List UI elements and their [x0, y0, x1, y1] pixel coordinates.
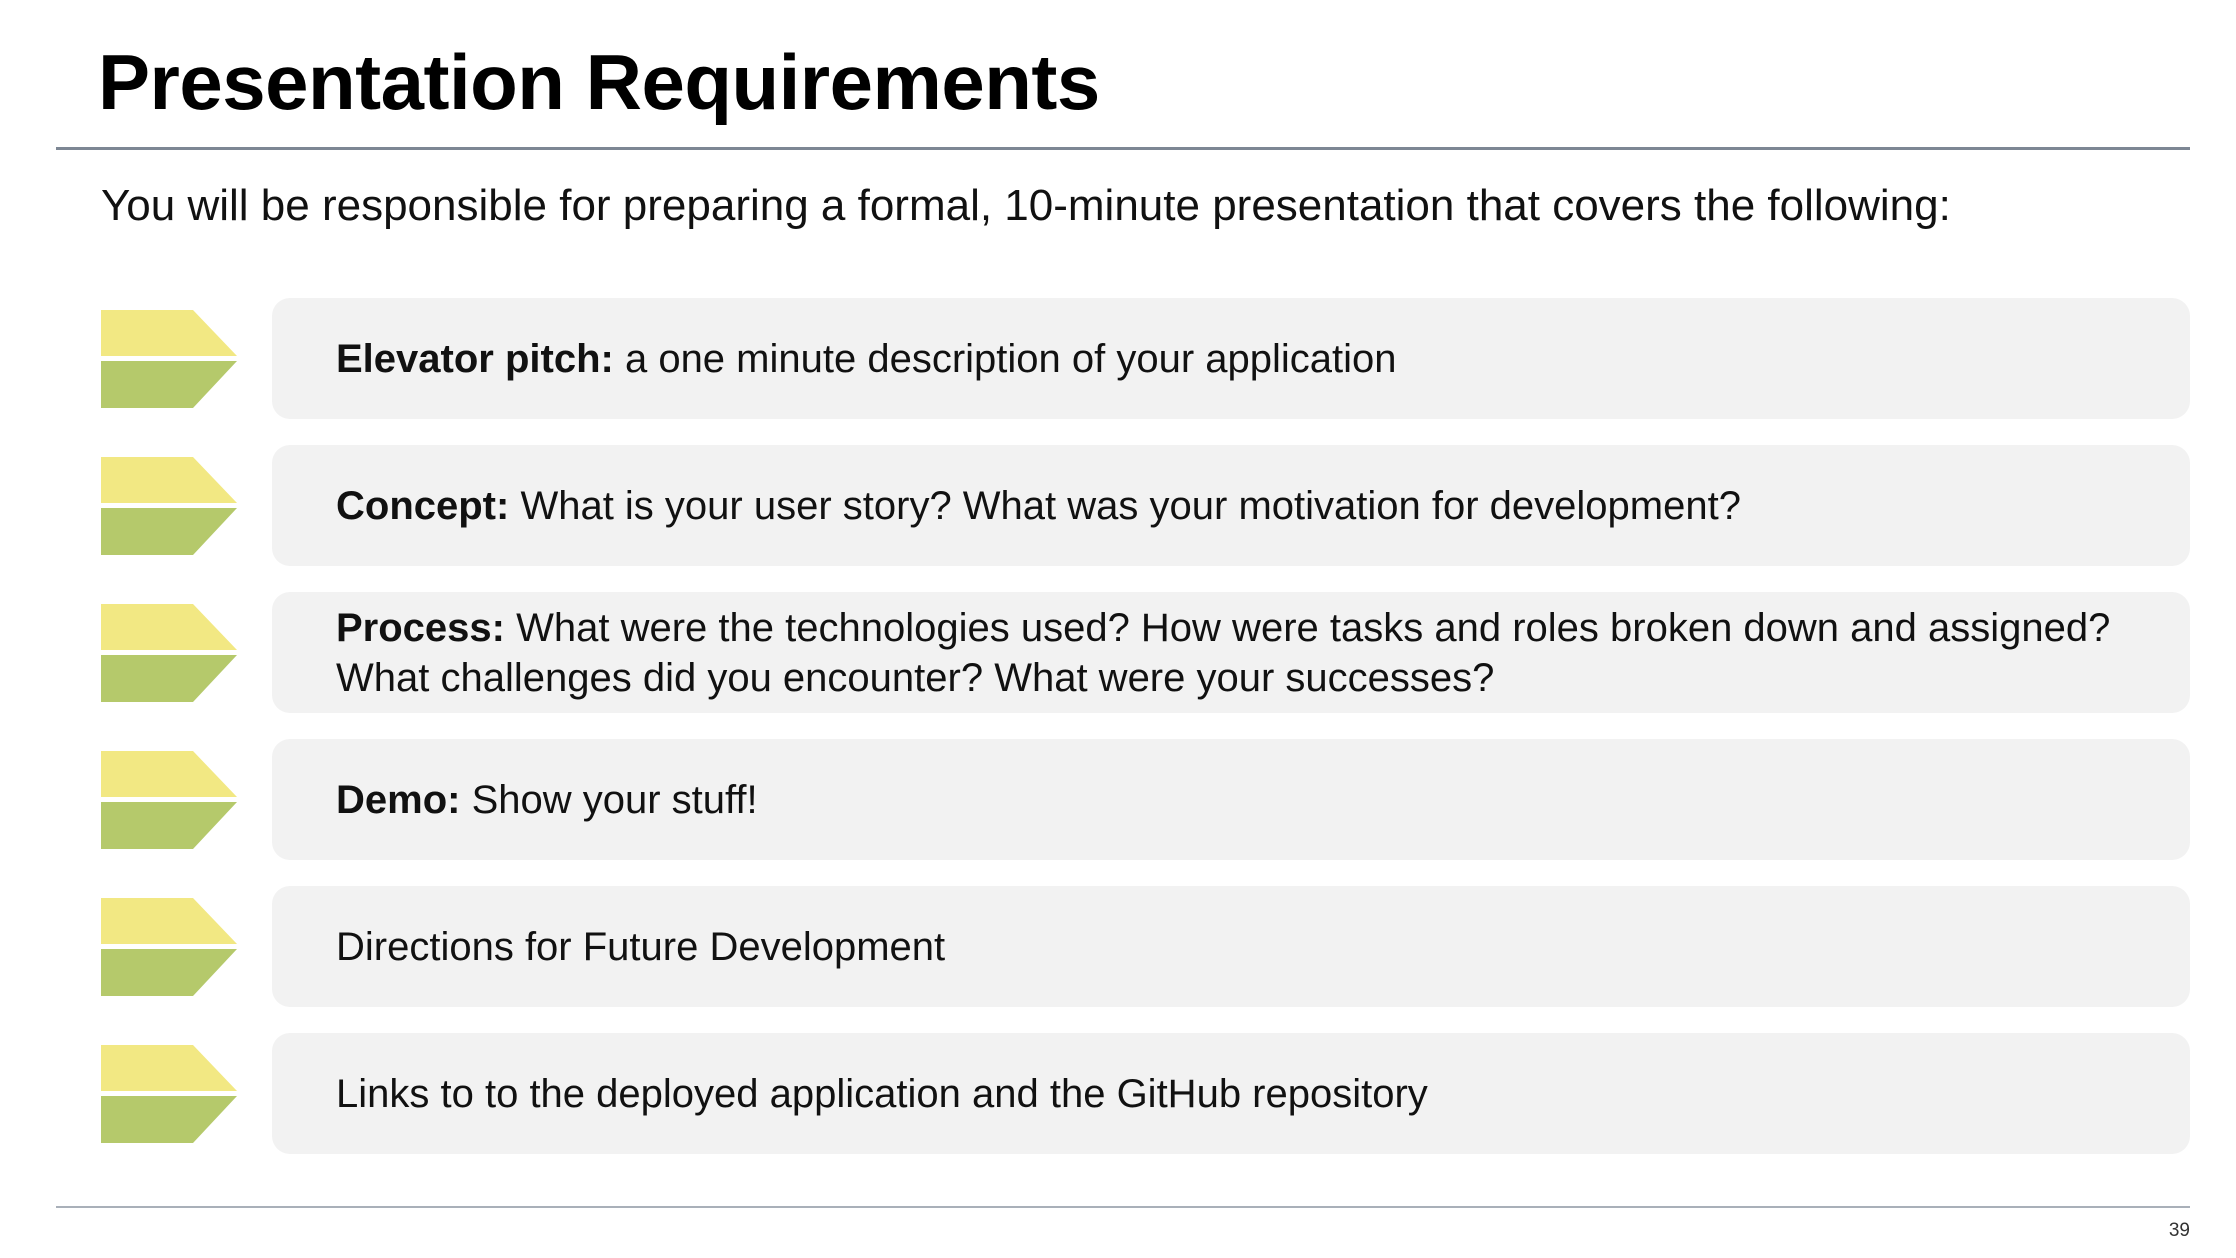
requirement-text: Links to to the deployed application and…	[336, 1069, 1428, 1119]
requirement-text: Elevator pitch: a one minute description…	[336, 334, 1397, 384]
requirement-card: Directions for Future Development	[272, 886, 2190, 1007]
requirement-card: Elevator pitch: a one minute description…	[272, 298, 2190, 419]
footer-divider	[56, 1206, 2190, 1208]
requirement-text: Process: What were the technologies used…	[336, 603, 2150, 703]
requirement-description: Show your stuff!	[460, 777, 758, 822]
list-item: Links to to the deployed application and…	[0, 1033, 2236, 1154]
requirement-lead: Demo:	[336, 777, 461, 822]
list-item: Process: What were the technologies used…	[0, 592, 2236, 713]
intro-text: You will be responsible for preparing a …	[101, 181, 1951, 230]
chevron-bullet-icon	[101, 1045, 237, 1143]
requirement-lead: Elevator pitch:	[336, 336, 614, 381]
requirement-description: What were the technologies used? How wer…	[336, 605, 2111, 700]
requirement-card: Links to to the deployed application and…	[272, 1033, 2190, 1154]
chevron-bullet-icon	[101, 457, 237, 555]
requirement-lead: Concept:	[336, 483, 510, 528]
requirement-lead: Process:	[336, 605, 505, 650]
requirement-description: Links to to the deployed application and…	[336, 1071, 1428, 1116]
chevron-bullet-icon	[101, 604, 237, 702]
list-item: Directions for Future Development	[0, 886, 2236, 1007]
requirement-description: What is your user story? What was your m…	[509, 483, 1741, 528]
list-item: Demo: Show your stuff!	[0, 739, 2236, 860]
requirement-text: Directions for Future Development	[336, 922, 945, 972]
requirement-card: Concept: What is your user story? What w…	[272, 445, 2190, 566]
list-item: Elevator pitch: a one minute description…	[0, 298, 2236, 419]
page-number: 39	[2168, 1220, 2190, 1241]
chevron-bullet-icon	[101, 310, 237, 408]
title-divider	[56, 147, 2190, 150]
chevron-bullet-icon	[101, 751, 237, 849]
slide: Presentation Requirements You will be re…	[0, 0, 2236, 1258]
requirement-description: Directions for Future Development	[336, 924, 946, 969]
requirement-description: a one minute description of your applica…	[613, 336, 1397, 381]
requirement-text: Demo: Show your stuff!	[336, 775, 758, 825]
slide-title: Presentation Requirements	[98, 38, 1100, 126]
chevron-bullet-icon	[101, 898, 237, 996]
requirement-text: Concept: What is your user story? What w…	[336, 481, 1741, 531]
requirement-card: Process: What were the technologies used…	[272, 592, 2190, 713]
list-item: Concept: What is your user story? What w…	[0, 445, 2236, 566]
requirement-card: Demo: Show your stuff!	[272, 739, 2190, 860]
